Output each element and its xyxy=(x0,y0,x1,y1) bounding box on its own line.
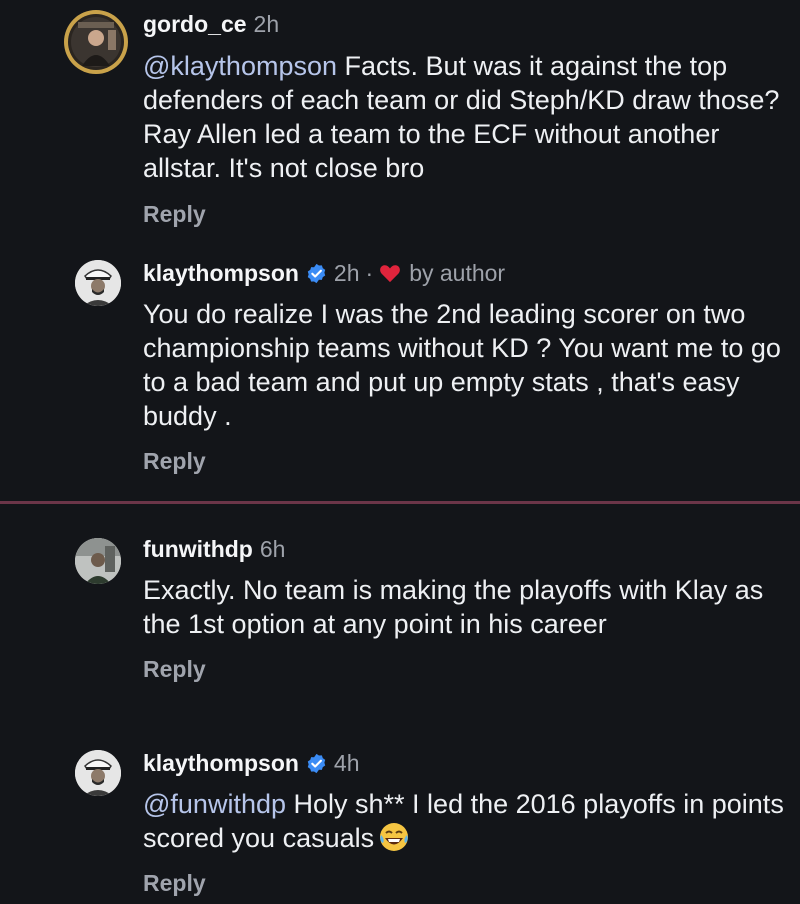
avatar-image xyxy=(75,260,121,306)
laughing-tears-emoji-icon xyxy=(378,821,410,853)
comment-meta: funwithdp 6h xyxy=(143,534,285,564)
section-divider xyxy=(0,501,800,504)
reply-button[interactable]: Reply xyxy=(143,656,206,683)
username[interactable]: klaythompson xyxy=(143,748,299,778)
username[interactable]: funwithdp xyxy=(143,534,253,564)
comment-body: Exactly. No team is making the playoffs … xyxy=(143,575,764,639)
timestamp: 2h xyxy=(253,11,280,37)
reply-button[interactable]: Reply xyxy=(143,870,206,897)
comment-text: @funwithdp Holy sh** I led the 2016 play… xyxy=(143,787,793,855)
avatar-gordo-ce[interactable] xyxy=(64,10,128,74)
mention-link[interactable]: @klaythompson xyxy=(143,51,337,81)
username[interactable]: gordo_ce xyxy=(143,9,247,39)
avatar-klaythompson[interactable] xyxy=(75,260,121,306)
comment-text: @klaythompson Facts. But was it against … xyxy=(143,49,793,185)
comment-meta: klaythompson 4h xyxy=(143,748,360,778)
liked-by-author-label: by author xyxy=(409,260,506,286)
comments-thread: gordo_ce 2h @klaythompson Facts. But was… xyxy=(0,0,800,904)
avatar-funwithdp[interactable] xyxy=(75,538,121,584)
avatar-klaythompson[interactable] xyxy=(75,750,121,796)
heart-icon xyxy=(379,263,401,283)
timestamp: 2h xyxy=(333,260,360,286)
separator-dot: · xyxy=(365,260,374,286)
timestamp: 6h xyxy=(259,536,286,562)
username[interactable]: klaythompson xyxy=(143,258,299,288)
comment-meta: gordo_ce 2h xyxy=(143,9,279,39)
reply-button[interactable]: Reply xyxy=(143,448,206,475)
avatar-image xyxy=(75,750,121,796)
mention-link[interactable]: @funwithdp xyxy=(143,789,286,819)
verified-badge-icon xyxy=(306,753,327,774)
avatar-image xyxy=(68,14,124,70)
timestamp: 4h xyxy=(333,750,360,776)
verified-badge-icon xyxy=(306,263,327,284)
comment-body: You do realize I was the 2nd leading sco… xyxy=(143,299,781,431)
reply-button[interactable]: Reply xyxy=(143,201,206,228)
avatar-image xyxy=(75,538,121,584)
comment-meta: klaythompson 2h · by author xyxy=(143,258,505,288)
